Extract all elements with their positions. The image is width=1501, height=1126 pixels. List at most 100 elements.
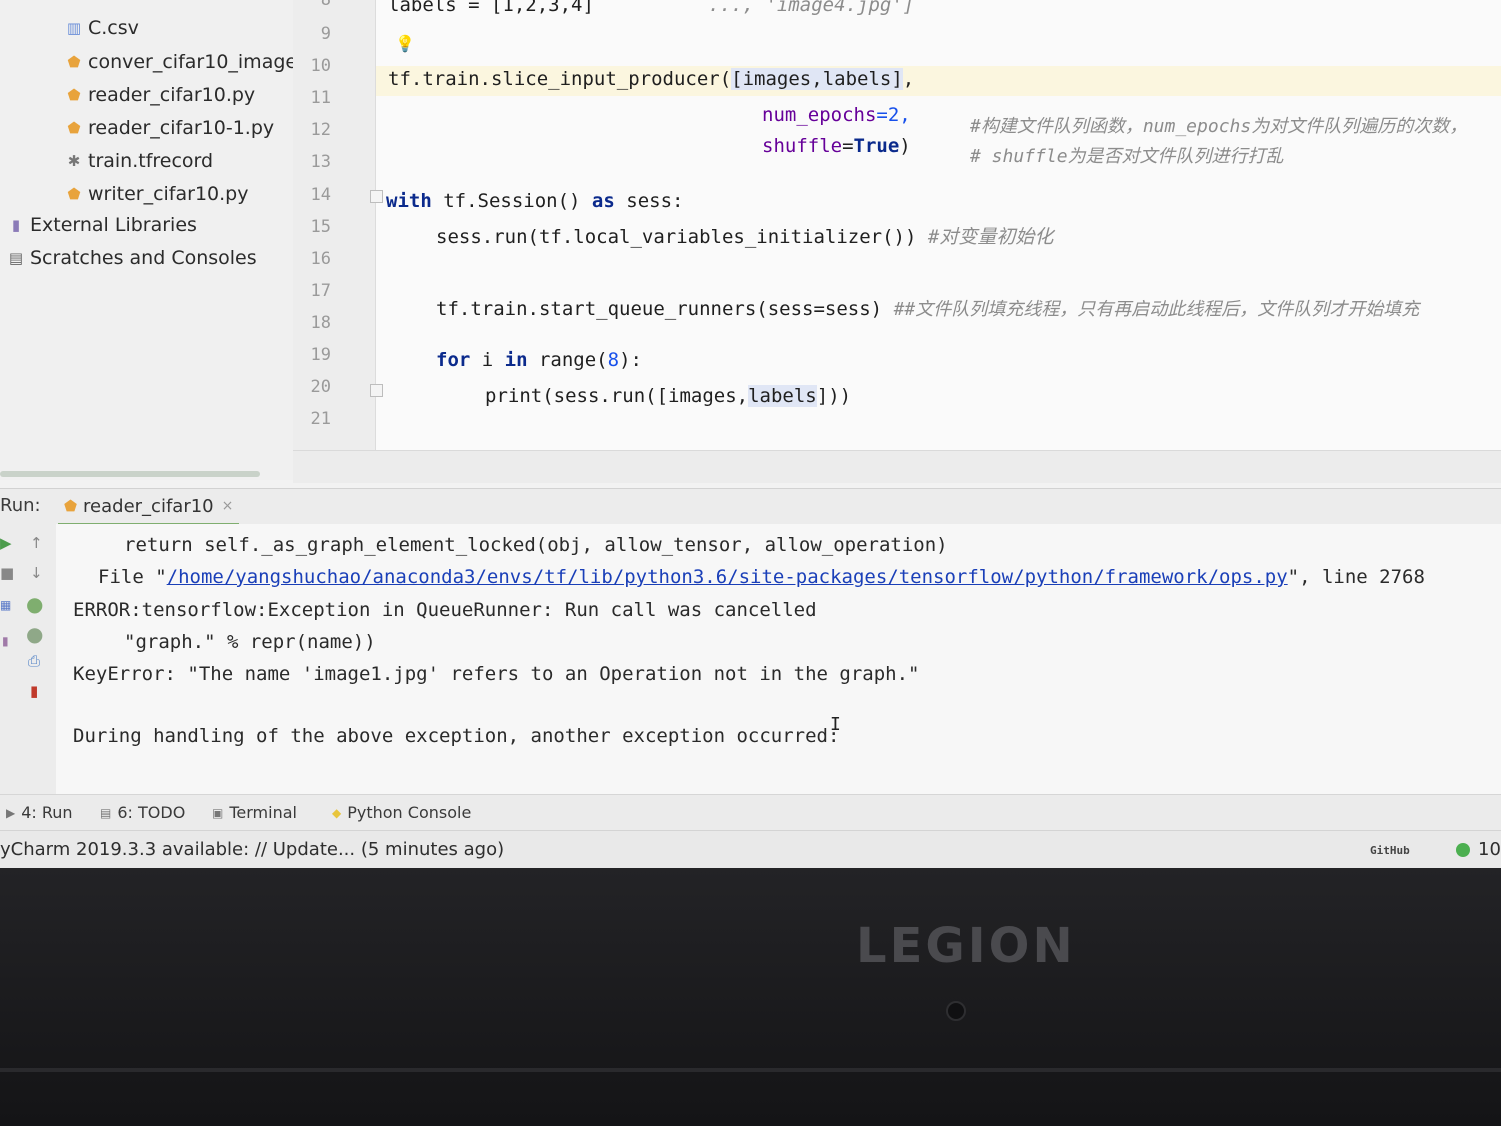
line-number: 19: [310, 345, 331, 365]
close-icon[interactable]: ×: [222, 498, 234, 514]
tool-window-label: 6: TODO: [117, 803, 186, 822]
code-text: [images,: [731, 68, 823, 90]
tree-item-c-csv[interactable]: ▥ C.csv: [66, 13, 139, 43]
tree-item-label: Scratches and Consoles: [30, 247, 257, 269]
file-path-link[interactable]: /home/yangshuchao/anaconda3/envs/tf/lib/…: [167, 566, 1288, 588]
line-number: 15: [310, 217, 331, 237]
tool-window-terminal[interactable]: ▣ Terminal: [212, 803, 297, 822]
line-number: 11: [310, 88, 331, 108]
scroll-to-end-icon[interactable]: ●: [26, 622, 43, 646]
webcam-icon: [946, 1001, 966, 1021]
code-text: print(sess.run([images,: [485, 385, 749, 407]
line-number: 14: [310, 185, 331, 205]
terminal-icon: ▣: [212, 805, 224, 820]
tool-window-todo[interactable]: ▤ 6: TODO: [100, 803, 185, 822]
tree-item-scratches[interactable]: ▤ Scratches and Consoles: [8, 243, 257, 273]
line-number: 8: [320, 0, 331, 10]
line-number: 13: [310, 152, 331, 172]
code-text: 8: [607, 349, 620, 371]
code-line-17: tf.train.start_queue_runners(sess=sess) …: [436, 295, 1419, 321]
code-text: =2,: [876, 104, 911, 126]
status-indicator-icon: [1456, 843, 1470, 857]
project-tree: ▥ C.csv ⬟ conver_cifar10_image ⬟ reader_…: [0, 0, 297, 480]
pin-icon[interactable]: ▮: [2, 634, 9, 648]
arrow-down-icon[interactable]: ↓: [30, 564, 43, 582]
code-text: #对变量初始化: [927, 226, 1054, 248]
code-line-20: print(sess.run([images,labels])): [485, 385, 851, 407]
code-text: ): [899, 135, 911, 157]
line-number: 16: [310, 249, 331, 269]
tool-window-run[interactable]: ▶ 4: Run: [6, 803, 73, 822]
code-line-11: num_epochs=2,: [762, 104, 911, 126]
python-console-icon: ◆: [332, 805, 342, 820]
code-text: ])): [816, 385, 852, 407]
tree-item-train-tfrecord[interactable]: ✱ train.tfrecord: [66, 146, 213, 176]
tool-window-python-console[interactable]: ◆ Python Console: [332, 803, 471, 822]
arrow-up-icon[interactable]: ↑: [30, 534, 43, 552]
soft-wrap-icon[interactable]: ●: [26, 592, 43, 616]
code-line-12: shuffle=True): [762, 135, 911, 157]
todo-icon: ▤: [100, 805, 112, 820]
tree-item-conver-cifar10[interactable]: ⬟ conver_cifar10_image: [66, 47, 297, 77]
run-label: Run:: [0, 495, 41, 516]
line-number: 18: [310, 313, 331, 333]
code-line-19: for i in range(8):: [436, 349, 642, 371]
csv-file-icon: ▥: [66, 19, 82, 37]
code-text: sess:: [614, 190, 684, 212]
tree-horizontal-scrollbar[interactable]: [0, 471, 260, 477]
scratches-icon: ▤: [8, 249, 24, 267]
tree-item-external-libraries[interactable]: ▮ External Libraries: [8, 210, 197, 240]
run-tab-label: reader_cifar10: [83, 495, 214, 517]
stop-icon[interactable]: ■: [0, 564, 14, 582]
tree-item-label: C.csv: [88, 17, 139, 39]
tool-window-label: Python Console: [347, 803, 472, 822]
console-line: return self._as_graph_element_locked(obj…: [124, 534, 948, 556]
code-text: num_epochs: [762, 104, 877, 126]
laptop-hinge: [0, 1068, 1501, 1072]
editor-breadcrumb-bar: [293, 450, 1501, 483]
code-text: as: [591, 190, 615, 212]
tree-item-writer-cifar10[interactable]: ⬟ writer_cifar10.py: [66, 179, 248, 209]
trash-icon[interactable]: ▮: [30, 682, 38, 700]
tool-window-label: 4: Run: [21, 803, 73, 822]
laptop-bezel: [0, 868, 1501, 1126]
status-bar: yCharm 2019.3.3 available: // Update... …: [0, 830, 1501, 868]
status-update-message[interactable]: yCharm 2019.3.3 available: // Update... …: [0, 839, 504, 860]
python-file-icon: ⬟: [67, 119, 81, 137]
console-text: File ": [98, 566, 167, 588]
line-number: 12: [310, 120, 331, 140]
code-text: ##文件队列填充线程，只有再启动此线程后，文件队列才开始填充: [893, 299, 1420, 320]
console-line-keyerror: KeyError: "The name 'image1.jpg' refers …: [73, 663, 920, 685]
run-panel-header: Run: ⬟ reader_cifar10 ×: [0, 488, 1501, 526]
python-file-icon: ⬟: [64, 497, 78, 515]
line-number: 21: [310, 409, 331, 429]
code-line-14: with tf.Session() as sess:: [386, 190, 683, 212]
line-number-gutter: 8 9 10 11 12 13 14 15 16 17 18 19 20 21: [293, 0, 376, 450]
github-label[interactable]: GitHub: [1370, 844, 1410, 857]
tree-item-reader-cifar10-1[interactable]: ⬟ reader_cifar10-1.py: [66, 113, 274, 143]
tree-item-label: reader_cifar10.py: [88, 84, 256, 106]
code-text: i: [470, 349, 505, 371]
code-comment-line-12: # shuffle为是否对文件队列进行打乱: [970, 146, 1284, 167]
print-icon[interactable]: ⎙: [28, 652, 40, 670]
text-cursor-icon: I: [830, 714, 841, 735]
rerun-icon[interactable]: ▶: [0, 534, 12, 552]
code-text: tf.Session(): [431, 190, 592, 212]
console-line-error: ERROR:tensorflow:Exception in QueueRunne…: [73, 599, 817, 621]
code-text: labels = [1,2,3,4]: [388, 0, 594, 16]
fold-marker-icon[interactable]: [370, 190, 383, 203]
tree-item-reader-cifar10[interactable]: ⬟ reader_cifar10.py: [66, 80, 255, 110]
run-tab-reader-cifar10[interactable]: ⬟ reader_cifar10 ×: [58, 489, 240, 526]
fold-marker-icon[interactable]: [370, 384, 383, 397]
tree-item-label: External Libraries: [30, 214, 197, 236]
code-text: labels: [748, 385, 817, 407]
code-comment-line-11: #构建文件队列函数，num_epochs为对文件队列遍历的次数，: [970, 116, 1468, 137]
line-number: 17: [310, 281, 331, 301]
layout-icon[interactable]: ▦: [0, 598, 11, 612]
console-text: ", line 2768: [1287, 566, 1425, 588]
code-line-10: tf.train.slice_input_producer([images,la…: [388, 68, 914, 90]
lightbulb-icon[interactable]: 💡: [395, 34, 415, 53]
console-line-file: File "/home/yangshuchao/anaconda3/envs/t…: [98, 566, 1425, 588]
console-line: During handling of the above exception, …: [73, 725, 840, 747]
console-output[interactable]: [56, 524, 1501, 794]
